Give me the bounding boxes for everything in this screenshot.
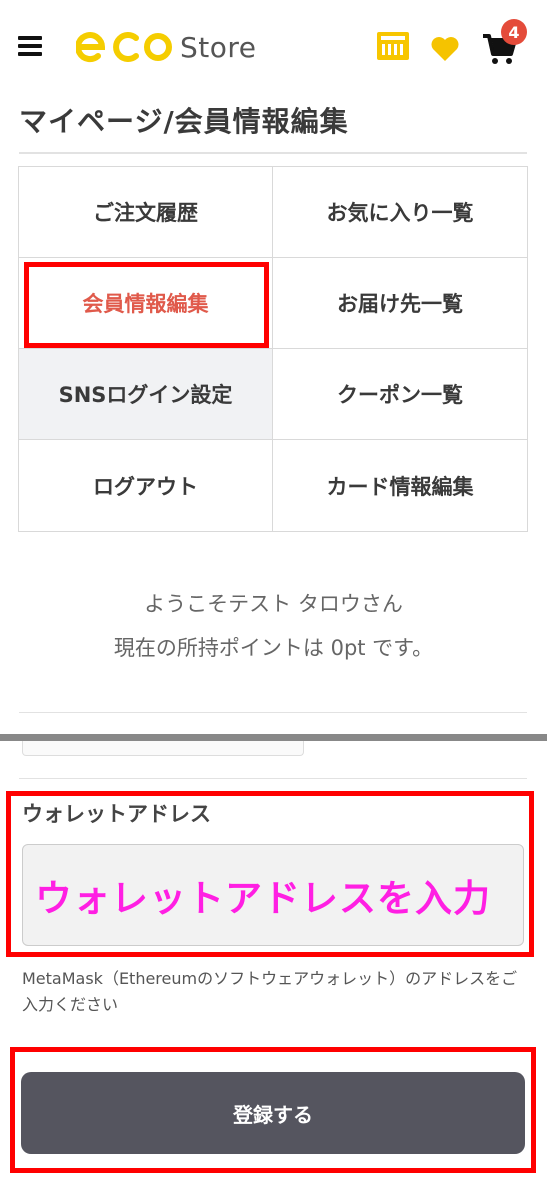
previous-field-fragment <box>22 741 304 756</box>
menu-favorites[interactable]: お気に入り一覧 <box>273 167 527 258</box>
menu-order-history[interactable]: ご注文履歴 <box>19 167 273 258</box>
page-title: マイページ/会員情報編集 <box>19 105 349 138</box>
menu-coupons[interactable]: クーポン一覧 <box>273 349 527 440</box>
hamburger-menu-icon[interactable] <box>18 36 42 56</box>
welcome-message: ようこそテスト タロウさん <box>144 592 403 616</box>
mypage-menu-grid: ご注文履歴 お気に入り一覧 会員情報編集 お届け先一覧 SNSログイン設定 クー… <box>18 166 528 532</box>
screenshot-splice-bar <box>0 734 547 741</box>
menu-card-info-edit[interactable]: カード情報編集 <box>273 440 527 531</box>
register-button[interactable]: 登録する <box>21 1072 525 1154</box>
wallet-address-label: ウォレットアドレス <box>22 802 211 826</box>
menu-delivery-addresses[interactable]: お届け先一覧 <box>273 258 527 349</box>
heart-icon[interactable] <box>430 36 460 66</box>
section-divider <box>19 712 527 713</box>
cart-count-badge: 4 <box>501 19 527 45</box>
menu-member-info-edit[interactable]: 会員情報編集 <box>19 258 273 349</box>
wallet-address-hint: MetaMask（Ethereumのソフトウェアウォレット）のアドレスをご入力く… <box>22 969 518 1014</box>
store-logo[interactable]: Store <box>76 24 257 70</box>
wallet-address-placeholder: ウォレットアドレスを入力 <box>35 877 491 920</box>
points-message: 現在の所持ポイントは 0pt です。 <box>113 636 434 660</box>
title-divider <box>19 152 527 154</box>
eco-logo-mark <box>76 32 172 63</box>
field-divider <box>19 778 527 779</box>
menu-logout[interactable]: ログアウト <box>19 440 273 531</box>
logo-store-text: Store <box>180 30 257 64</box>
point-card-icon[interactable] <box>376 31 410 65</box>
wallet-address-input[interactable]: ウォレットアドレスを入力 <box>22 844 524 946</box>
menu-sns-login-settings[interactable]: SNSログイン設定 <box>19 349 273 440</box>
